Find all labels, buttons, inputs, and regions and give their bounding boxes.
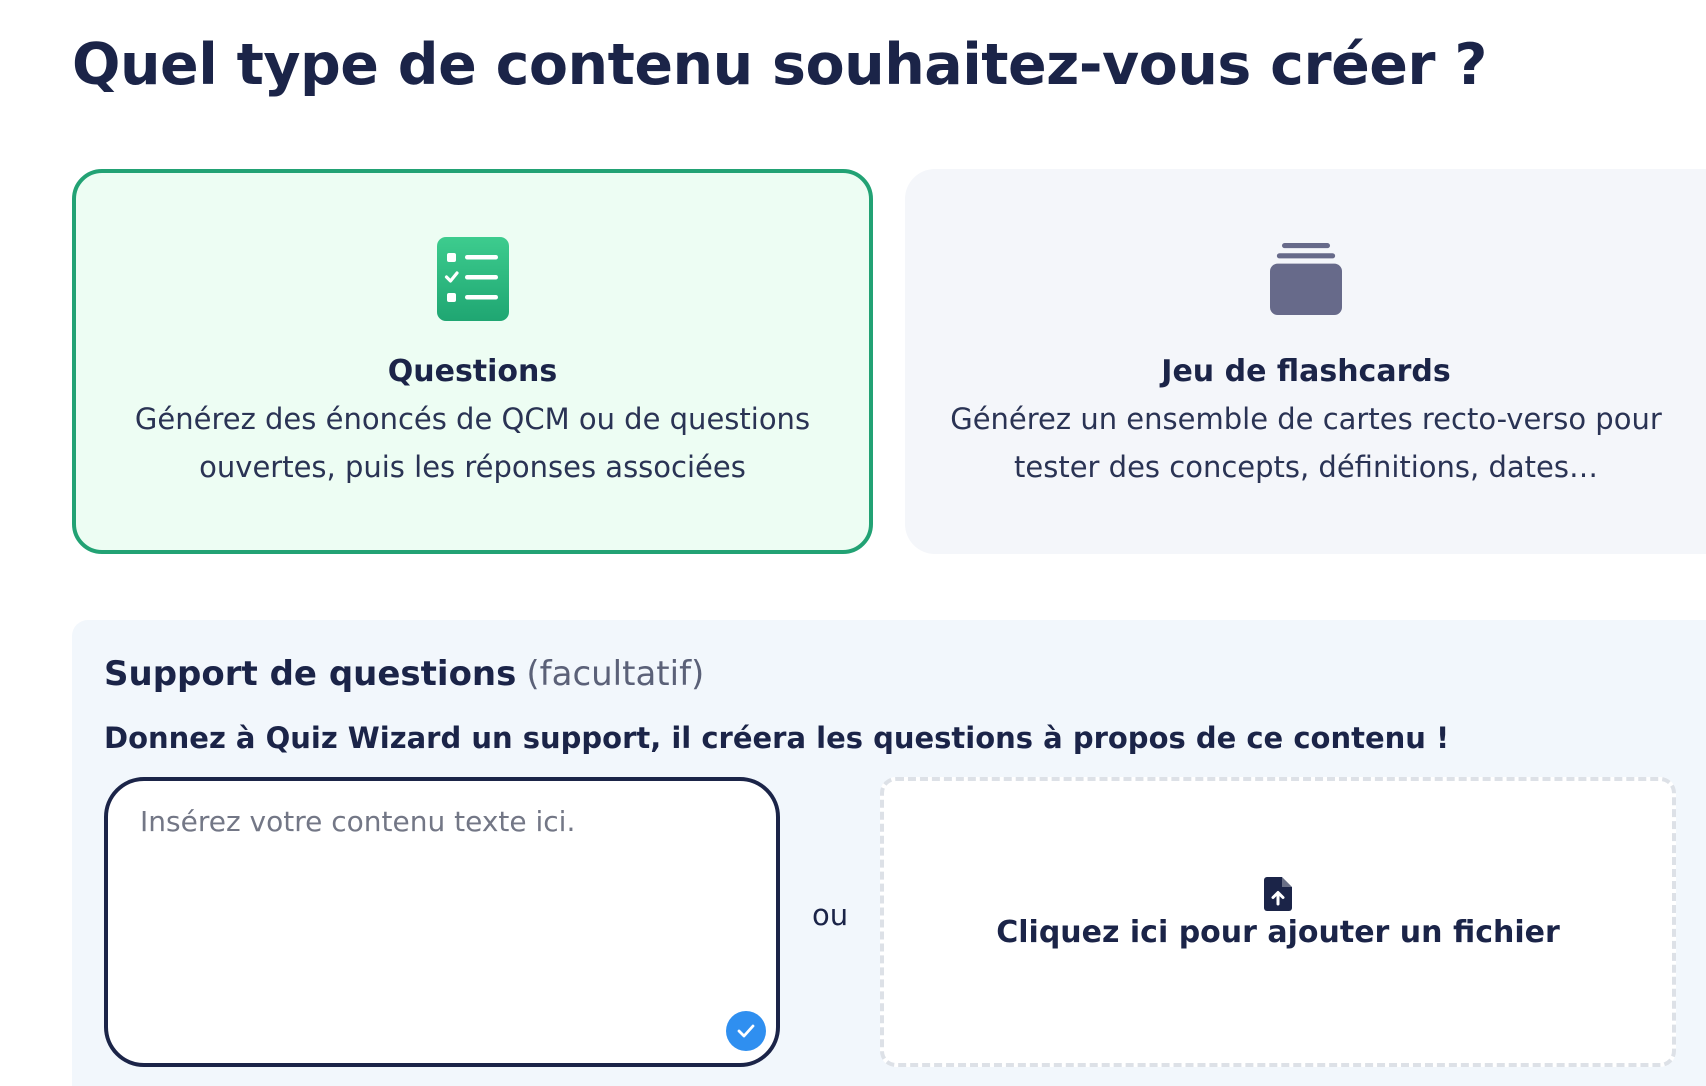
support-panel: Support de questions (facultatif) Donnez … bbox=[72, 620, 1706, 1086]
file-upload-dropzone[interactable]: Cliquez ici pour ajouter un fichier bbox=[880, 777, 1676, 1067]
content-text-box[interactable] bbox=[104, 777, 780, 1067]
support-subtitle: Donnez à Quiz Wizard un support, il crée… bbox=[104, 721, 1450, 755]
page-title: Quel type de contenu souhaitez-vous crée… bbox=[72, 32, 1487, 98]
check-icon bbox=[726, 1011, 766, 1051]
support-heading-title: Support de questions bbox=[104, 654, 517, 694]
support-heading: Support de questions (facultatif) bbox=[104, 654, 704, 694]
card-title: Questions bbox=[387, 354, 558, 389]
card-description: Générez des énoncés de QCM ou de questio… bbox=[134, 402, 811, 484]
page: Quel type de contenu souhaitez-vous crée… bbox=[0, 0, 1706, 1086]
content-type-flashcards-card[interactable]: Jeu de flashcards Générez un ensemble de… bbox=[905, 169, 1706, 554]
content-text-input[interactable] bbox=[138, 803, 742, 1027]
checklist-icon bbox=[436, 237, 509, 321]
or-separator: ou bbox=[812, 898, 849, 932]
file-upload-label: Cliquez ici pour ajouter un fichier bbox=[996, 915, 1560, 950]
card-title: Jeu de flashcards bbox=[1161, 354, 1451, 389]
card-stack-icon bbox=[1270, 243, 1342, 315]
file-upload-icon bbox=[1264, 877, 1292, 911]
content-type-questions-card[interactable]: Questions Générez des énoncés de QCM ou … bbox=[72, 169, 873, 554]
card-description: Générez un ensemble de cartes recto-vers… bbox=[950, 402, 1662, 484]
optional-label: (facultatif) bbox=[526, 654, 705, 694]
